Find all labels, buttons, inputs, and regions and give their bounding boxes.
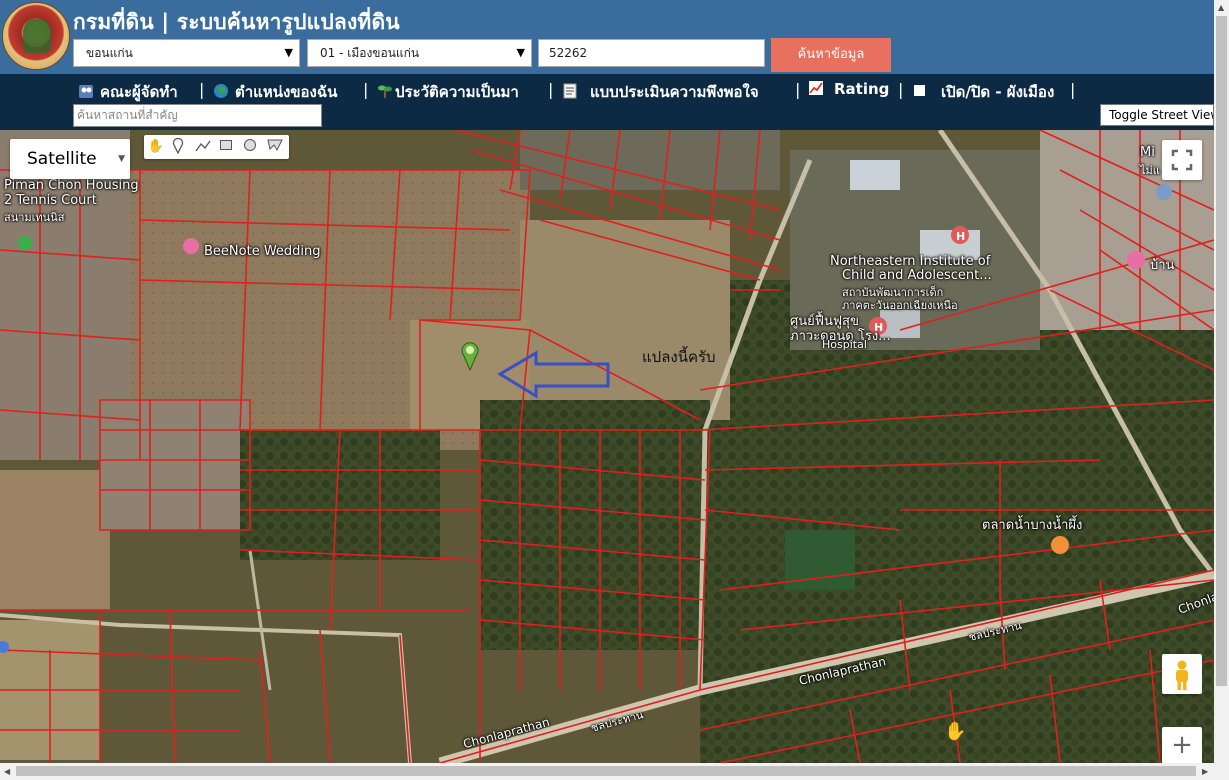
- home-pin-icon: [1127, 251, 1145, 269]
- chevron-down-icon: ▼: [284, 46, 293, 59]
- polyline-icon[interactable]: [195, 138, 213, 156]
- hand-icon[interactable]: ✋: [147, 138, 165, 156]
- satellite-imagery: H H: [0, 130, 1214, 763]
- map-label-hospital: Hospital: [822, 338, 867, 351]
- horizontal-scroll-thumb[interactable]: [16, 766, 1196, 776]
- map-type-control[interactable]: Satellite ▼: [10, 139, 130, 179]
- province-select[interactable]: ขอนแก่น ▼: [73, 39, 300, 67]
- nav-item-survey-label: แบบประเมินความพึงพอใจ: [590, 83, 759, 101]
- chevron-down-icon: ▼: [516, 46, 525, 59]
- department-logo: [2, 2, 70, 70]
- scroll-left-icon[interactable]: ◀: [4, 767, 10, 776]
- search-button[interactable]: ค้นหาข้อมูล: [771, 38, 891, 72]
- drawing-toolbar: ✋: [144, 135, 289, 159]
- parcel-number-input[interactable]: 52262: [538, 39, 765, 67]
- map-label-northeastern: Northeastern Institute of: [830, 254, 991, 269]
- nav-item-rating[interactable]: Rating: [808, 80, 889, 98]
- header-bar: กรมที่ดิน | ระบบค้นหารูปแปลงที่ดิน ขอนแก…: [0, 0, 1214, 74]
- nav-separator: |: [199, 80, 205, 99]
- province-select-value: ขอนแก่น: [86, 46, 133, 60]
- plus-icon: +: [1171, 730, 1193, 760]
- nav-item-city-plan-toggle[interactable]: เปิด/ปิด - ผังเมือง: [914, 80, 1054, 104]
- zoom-in-button[interactable]: +: [1162, 727, 1202, 763]
- place-search-input[interactable]: ค้นหาสถานที่สำคัญ: [73, 104, 322, 127]
- vertical-scrollbar[interactable]: ▲: [1214, 0, 1229, 763]
- document-icon: [562, 83, 578, 99]
- nav-item-team[interactable]: คณะผู้จัดทำ: [78, 80, 178, 104]
- nav-separator: |: [898, 80, 904, 99]
- nav-item-team-label: คณะผู้จัดทำ: [100, 83, 178, 101]
- page-title: กรมที่ดิน | ระบบค้นหารูปแปลงที่ดิน: [73, 10, 400, 34]
- map-label-mi: Mi: [1140, 145, 1155, 160]
- nav-item-history[interactable]: ประวัติความเป็นมา: [377, 80, 519, 104]
- nav-item-history-label: ประวัติความเป็นมา: [395, 83, 519, 101]
- map-label-market: ตลาดน้ำบางน้ำผึ้ง: [982, 518, 1083, 533]
- nav-separator: |: [363, 80, 369, 99]
- map-label-piman: Piman Chon Housing: [4, 178, 139, 193]
- toggle-street-view-button[interactable]: Toggle Street View: [1100, 104, 1214, 126]
- nav-separator: |: [795, 80, 801, 99]
- map-label-tennis: 2 Tennis Court: [4, 193, 97, 208]
- map-label-beenote: BeeNote Wedding: [204, 244, 321, 259]
- annotation-text: แปลงนี้ครับ: [642, 348, 716, 366]
- people-icon: [78, 83, 94, 99]
- map-label-tennis-th: สนามเทนนิส: [4, 211, 65, 224]
- sprout-icon: [377, 83, 393, 99]
- place-pin-icon: [18, 236, 32, 250]
- rectangle-icon[interactable]: [219, 138, 237, 156]
- place-pin-icon: [1156, 184, 1172, 200]
- district-select-value: 01 - เมืองขอนแก่น: [320, 46, 420, 60]
- street-view-pegman-button[interactable]: [1162, 654, 1202, 694]
- nav-separator: |: [548, 80, 554, 99]
- district-select[interactable]: 01 - เมืองขอนแก่น ▼: [307, 39, 532, 67]
- marker-icon[interactable]: [171, 138, 189, 156]
- map-label-baan: บ้าน: [1150, 258, 1175, 273]
- map-canvas[interactable]: H H Piman Chon Housing 2 Tennis Court สน…: [0, 130, 1214, 763]
- cursor-hand-icon: ✋: [944, 721, 967, 742]
- nav-item-rating-label: Rating: [834, 80, 890, 98]
- polygon-icon[interactable]: [267, 138, 285, 156]
- nav-item-my-location-label: ตำแหน่งของฉัน: [235, 83, 338, 101]
- fullscreen-icon: [1171, 149, 1193, 171]
- chart-icon: [808, 80, 824, 96]
- nav-item-city-plan-label: เปิด/ปิด - ผังเมือง: [941, 83, 1055, 101]
- circle-icon[interactable]: [243, 138, 261, 156]
- wedding-pin-icon: [183, 238, 199, 254]
- globe-icon: [213, 83, 229, 99]
- scroll-up-icon[interactable]: ▲: [1218, 3, 1224, 12]
- pegman-icon: [1176, 660, 1188, 690]
- map-type-label: Satellite: [27, 149, 97, 169]
- map-label-northeastern-th-2: ภาคตะวันออกเฉียงเหนือ: [842, 299, 958, 312]
- market-pin-icon: [1051, 536, 1069, 554]
- nav-separator: |: [1070, 80, 1076, 99]
- fullscreen-button[interactable]: [1162, 140, 1202, 180]
- chevron-down-icon: ▼: [118, 154, 125, 164]
- nav-item-survey[interactable]: แบบประเมินความพึงพอใจ: [562, 80, 759, 104]
- svg-text:H: H: [956, 230, 965, 243]
- horizontal-scrollbar[interactable]: ◀ ▶: [0, 763, 1229, 780]
- scroll-right-icon[interactable]: ▶: [1202, 767, 1208, 776]
- map-label-mai: ไม่แ: [1140, 164, 1160, 177]
- map-label-northeastern-2: Child and Adolescent...: [842, 268, 992, 283]
- checkbox-icon[interactable]: [914, 85, 925, 96]
- nav-item-my-location[interactable]: ตำแหน่งของฉัน: [213, 80, 337, 104]
- vertical-scroll-thumb[interactable]: [1216, 16, 1227, 686]
